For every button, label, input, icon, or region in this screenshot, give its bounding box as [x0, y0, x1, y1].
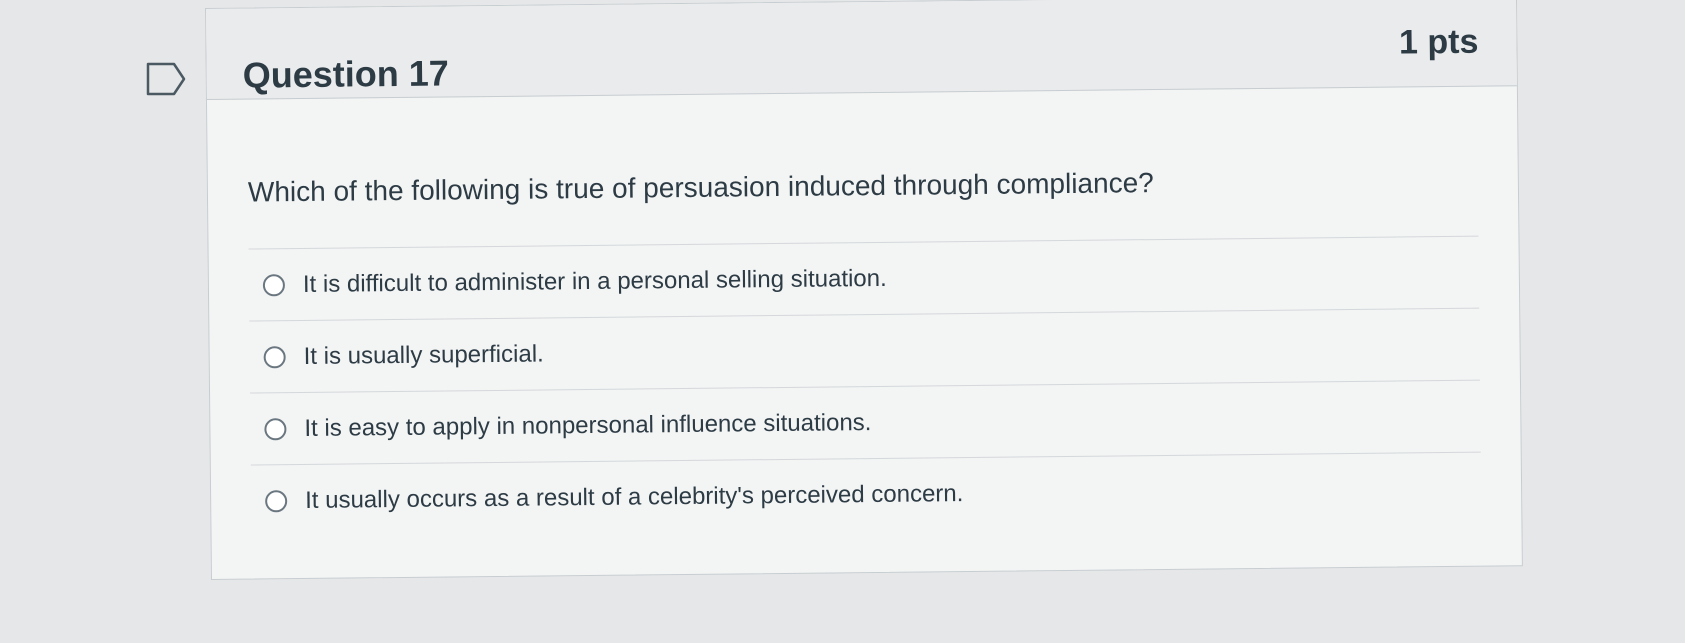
question-card: Question 17 1 pts Which of the following…: [205, 0, 1523, 580]
radio-button[interactable]: [264, 417, 287, 440]
radio-button[interactable]: [262, 273, 286, 296]
answer-label[interactable]: It usually occurs as a result of a celeb…: [305, 480, 963, 515]
answer-option-3[interactable]: It is easy to apply in nonpersonal influ…: [250, 380, 1481, 466]
answer-list: It is difficult to administer in a perso…: [248, 235, 1482, 537]
question-text: Which of the following is true of persua…: [247, 167, 1154, 208]
question-title: Question 17: [242, 52, 449, 96]
answer-label[interactable]: It is easy to apply in nonpersonal influ…: [304, 409, 871, 443]
question-header: Question 17 1 pts: [206, 0, 1517, 100]
answer-label[interactable]: It is usually superficial.: [304, 340, 544, 371]
flag-question-icon[interactable]: [146, 60, 186, 98]
answer-option-4[interactable]: It usually occurs as a result of a celeb…: [251, 453, 1482, 537]
radio-button[interactable]: [263, 345, 286, 368]
radio-button[interactable]: [265, 489, 288, 512]
answer-option-2[interactable]: It is usually superficial.: [249, 308, 1480, 394]
question-points: 1 pts: [1398, 22, 1479, 62]
answer-label[interactable]: It is difficult to administer in a perso…: [303, 264, 887, 298]
answer-option-1[interactable]: It is difficult to administer in a perso…: [248, 236, 1480, 322]
